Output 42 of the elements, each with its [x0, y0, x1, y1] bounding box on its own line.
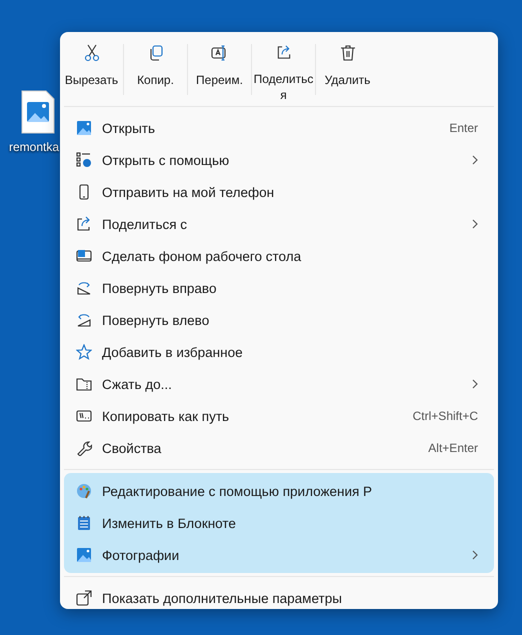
- star-icon: [76, 344, 92, 360]
- toolbar-button[interactable]: Переим.: [188, 40, 251, 103]
- menu-item[interactable]: Добавить в избранное: [60, 336, 498, 368]
- toolbar-button[interactable]: Вырезать: [60, 40, 123, 103]
- wrench-icon: [76, 440, 92, 456]
- image-icon: [76, 547, 92, 563]
- shortcut-text: Ctrl+Shift+C: [412, 409, 478, 423]
- menu-item[interactable]: Сделать фоном рабочего стола: [60, 240, 498, 272]
- menu-item[interactable]: Поделиться с: [60, 208, 498, 240]
- palette-icon: [76, 483, 92, 499]
- trash-icon: [338, 44, 356, 62]
- toolbar-button[interactable]: Копир.: [124, 40, 187, 103]
- toolbar-button[interactable]: Удалить: [316, 40, 379, 103]
- menu-item[interactable]: Открыть Enter: [60, 112, 498, 144]
- expand-icon: [76, 590, 92, 606]
- menu-item[interactable]: Фотографии: [64, 539, 494, 571]
- menu-item[interactable]: Сжать до...: [60, 368, 498, 400]
- menu-item[interactable]: Изменить в Блокноте: [64, 507, 494, 539]
- rotate-right-icon: [76, 280, 92, 296]
- image-icon: [76, 120, 92, 136]
- image-file-icon[interactable]: [21, 90, 55, 134]
- shortcut-text: Enter: [449, 121, 478, 135]
- menu-item[interactable]: Редактирование с помощью приложения Р: [64, 475, 494, 507]
- menu-item[interactable]: Свойства Alt+Enter: [60, 432, 498, 464]
- toolbar-button[interactable]: Поделиться: [252, 40, 315, 103]
- menu-item[interactable]: Повернуть влево: [60, 304, 498, 336]
- shortcut-text: Alt+Enter: [428, 441, 478, 455]
- menu-item[interactable]: Показать дополнительные параметры: [60, 582, 498, 614]
- zip-folder-icon: [76, 376, 92, 392]
- menu-item[interactable]: Копировать как путь Ctrl+Shift+C: [60, 400, 498, 432]
- share-icon: [76, 216, 92, 232]
- file-name[interactable]: remontka: [8, 140, 60, 154]
- rotate-left-icon: [76, 312, 92, 328]
- scissors-icon: [82, 44, 100, 62]
- path-icon: [76, 408, 92, 424]
- wallpaper-icon: [76, 248, 92, 264]
- open-with-icon: [76, 152, 92, 168]
- rename-icon: [210, 44, 228, 62]
- notepad-icon: [76, 515, 92, 531]
- menu-item[interactable]: Повернуть вправо: [60, 272, 498, 304]
- menu-item[interactable]: Отправить на мой телефон: [60, 176, 498, 208]
- menu-item[interactable]: Открыть с помощью: [60, 144, 498, 176]
